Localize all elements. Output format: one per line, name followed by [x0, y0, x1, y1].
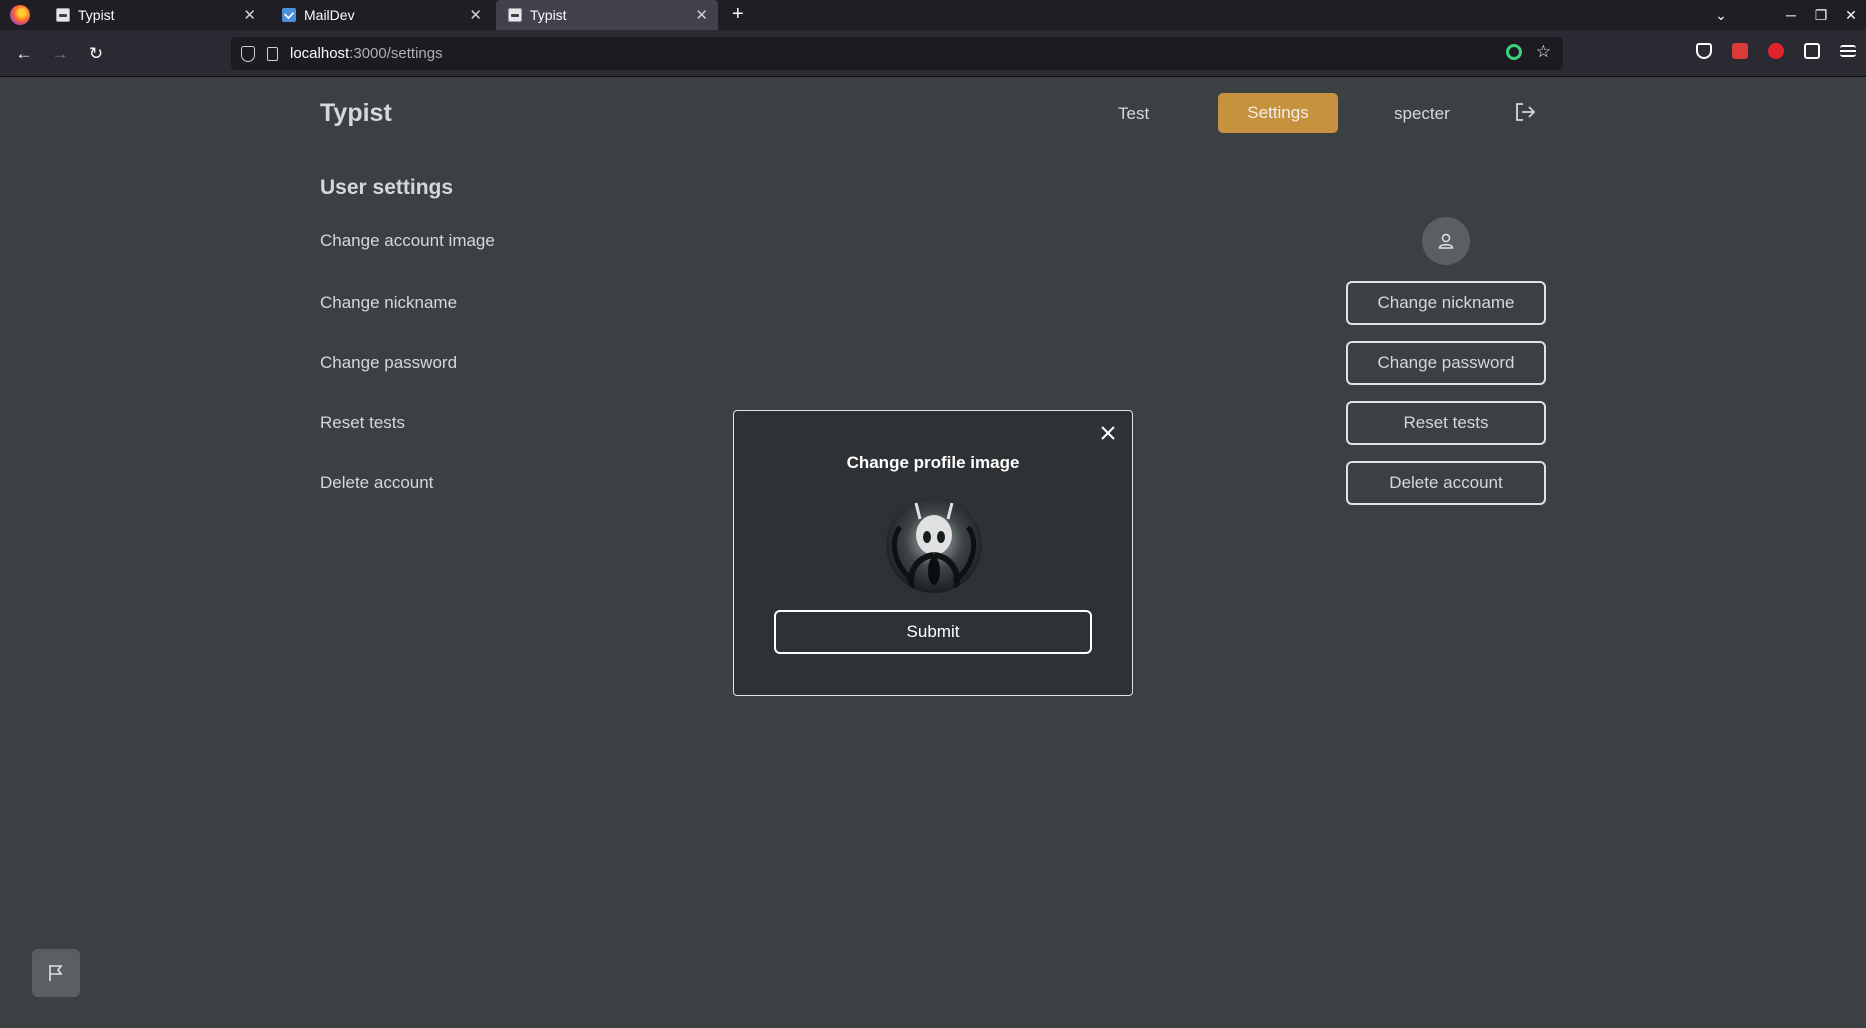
logout-icon[interactable]	[1514, 102, 1536, 122]
close-icon[interactable]: ✕	[243, 6, 256, 24]
flag-icon	[49, 965, 63, 981]
toolbar-extensions	[1696, 43, 1856, 59]
setting-label: Change nickname	[320, 293, 458, 312]
typist-favicon-icon	[508, 8, 522, 22]
url-bar[interactable]: localhost :3000/settings ☆	[231, 37, 1563, 70]
profile-image-preview[interactable]	[886, 497, 982, 593]
change-password-button[interactable]: Change password	[1346, 341, 1546, 385]
browser-tab-bar: Typist ✕ MailDev ✕ Typist ✕ + ⌄ ─ ❐ ✕	[0, 0, 1866, 30]
extension-icon[interactable]	[1732, 43, 1748, 59]
nav-link-settings[interactable]: Settings	[1218, 93, 1338, 133]
report-flag-button[interactable]	[32, 949, 80, 997]
back-icon[interactable]: ←	[10, 40, 38, 68]
url-path: :3000/settings	[349, 45, 443, 62]
browser-nav-bar: ← → ↻ localhost :3000/settings ☆	[0, 30, 1866, 77]
close-icon[interactable]: ✕	[469, 6, 482, 24]
browser-tab-title: Typist	[78, 7, 115, 23]
reset-tests-button[interactable]: Reset tests	[1346, 401, 1546, 445]
close-icon[interactable]: ✕	[695, 6, 708, 24]
browser-tab[interactable]: MailDev ✕	[270, 0, 492, 30]
restore-icon[interactable]: ❐	[1806, 7, 1836, 24]
avatar-button[interactable]	[1422, 217, 1470, 265]
close-icon[interactable]	[1098, 423, 1118, 443]
user-icon	[1438, 233, 1454, 249]
reload-icon[interactable]: ↻	[82, 40, 110, 68]
setting-label: Change password	[320, 353, 458, 372]
browser-tab-active[interactable]: Typist ✕	[496, 0, 718, 30]
setting-label: Delete account	[320, 473, 434, 492]
tracking-shield-icon[interactable]	[241, 45, 255, 62]
page-title: User settings	[320, 176, 454, 199]
hamburger-menu-icon[interactable]	[1840, 45, 1856, 57]
extension-status-icon[interactable]	[1505, 44, 1522, 60]
tab-list-chevron-icon[interactable]: ⌄	[1706, 7, 1736, 24]
minimize-icon[interactable]: ─	[1776, 7, 1806, 23]
modal-title: Change profile image	[846, 453, 1020, 472]
mail-favicon-icon	[282, 8, 296, 22]
app-page: Typist Test Settings specter User settin…	[0, 77, 1866, 1028]
extension-lock-icon[interactable]	[1768, 43, 1784, 59]
app-logo[interactable]: Typist	[320, 99, 392, 128]
extensions-puzzle-icon[interactable]	[1804, 43, 1820, 59]
submit-button[interactable]: Submit	[774, 610, 1092, 654]
bookmark-star-icon[interactable]: ☆	[1536, 43, 1551, 60]
url-host: localhost	[290, 45, 350, 62]
delete-account-button[interactable]: Delete account	[1346, 461, 1546, 505]
setting-label: Reset tests	[320, 413, 406, 432]
change-profile-image-modal: Change profile image Submit	[733, 410, 1133, 696]
window-controls: ⌄ ─ ❐ ✕	[1706, 0, 1866, 30]
forward-icon[interactable]: →	[46, 40, 74, 68]
nav-link-user[interactable]: specter	[1394, 104, 1450, 124]
pocket-icon[interactable]	[1696, 43, 1712, 59]
change-nickname-button[interactable]: Change nickname	[1346, 281, 1546, 325]
close-window-icon[interactable]: ✕	[1836, 7, 1866, 24]
firefox-logo-icon	[10, 5, 30, 25]
page-info-icon[interactable]	[267, 46, 278, 61]
new-tab-icon[interactable]: +	[732, 3, 744, 26]
browser-tab-title: MailDev	[304, 7, 355, 23]
profile-image-art-icon	[891, 502, 977, 590]
browser-tab[interactable]: Typist ✕	[44, 0, 266, 30]
browser-tab-title: Typist	[530, 7, 567, 23]
nav-link-test[interactable]: Test	[1118, 104, 1149, 124]
setting-label: Change account image	[320, 231, 495, 250]
typist-favicon-icon	[56, 8, 70, 22]
